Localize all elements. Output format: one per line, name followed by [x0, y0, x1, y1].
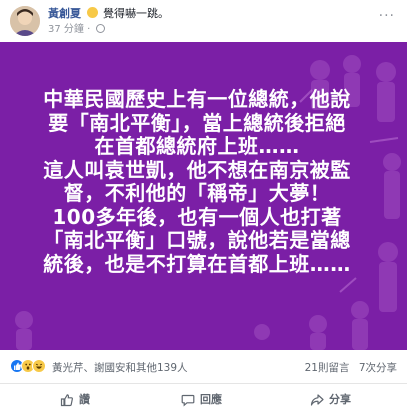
- comment-count[interactable]: 21則留言: [305, 362, 350, 374]
- share-button[interactable]: 分享: [310, 384, 351, 415]
- comment-label: 回應: [200, 393, 222, 406]
- poster-line: 這人叫袁世凱，他不想在南京被監: [43, 157, 351, 182]
- poster-line: 在首都總統府上班……: [94, 134, 300, 158]
- post-stats: 黃光芹、謝國安和其他139人 21則留言 7次分享: [0, 350, 407, 384]
- avatar[interactable]: [10, 6, 40, 36]
- post-counts: 21則留言 7次分享: [299, 360, 397, 375]
- poster-line: 要「南北平衡」，當上總統後拒絕: [48, 110, 346, 135]
- meta-separator: ·: [87, 24, 91, 35]
- action-bar: 讚 回應 分享: [0, 384, 407, 415]
- feeling-text: 覺得嚇一跳。: [103, 7, 169, 20]
- poster-line: 督，不利他的「稱帝」大夢！: [63, 181, 331, 205]
- like-label: 讚: [79, 393, 90, 406]
- more-options-button[interactable]: ···: [379, 8, 395, 24]
- avatar-image: [10, 6, 40, 36]
- share-count[interactable]: 7次分享: [359, 362, 397, 374]
- post-header: 黃創夏 覺得嚇一跳。 37 分鐘 · ···: [0, 0, 407, 42]
- poster-line: 統後，也是不打算在首都上班……: [43, 251, 351, 276]
- share-label: 分享: [329, 393, 351, 406]
- globe-icon[interactable]: [96, 24, 106, 33]
- comment-button[interactable]: 回應: [181, 384, 222, 415]
- haha-icon: [32, 359, 46, 373]
- author-name[interactable]: 黃創夏: [48, 7, 81, 20]
- poster-line: 100多年後，也有一個人也打著: [52, 204, 342, 229]
- share-arrow-icon: [310, 393, 324, 406]
- poster-text: 中華民國歷史上有一位總統，他說 要「南北平衡」，當上總統後拒絕 在首都總統府上班…: [14, 87, 380, 276]
- post-time[interactable]: 37 分鐘: [48, 24, 84, 35]
- thumbs-up-icon: [60, 393, 73, 406]
- reaction-names[interactable]: 黃光芹、謝國安和其他139人: [52, 360, 188, 375]
- like-button[interactable]: 讚: [60, 384, 90, 415]
- poster-line: 中華民國歷史上有一位總統，他說: [43, 87, 351, 111]
- post-meta: 37 分鐘 ·: [48, 23, 106, 37]
- poster-line: 「南北平衡」口號，說他若是當總: [43, 228, 351, 252]
- comment-icon: [181, 394, 195, 407]
- author-line: 黃創夏 覺得嚇一跳。: [48, 6, 169, 22]
- post-image[interactable]: 中華民國歷史上有一位總統，他說 要「南北平衡」，當上總統後拒絕 在首都總統府上班…: [0, 42, 407, 350]
- surprised-emoji-icon: [86, 7, 98, 18]
